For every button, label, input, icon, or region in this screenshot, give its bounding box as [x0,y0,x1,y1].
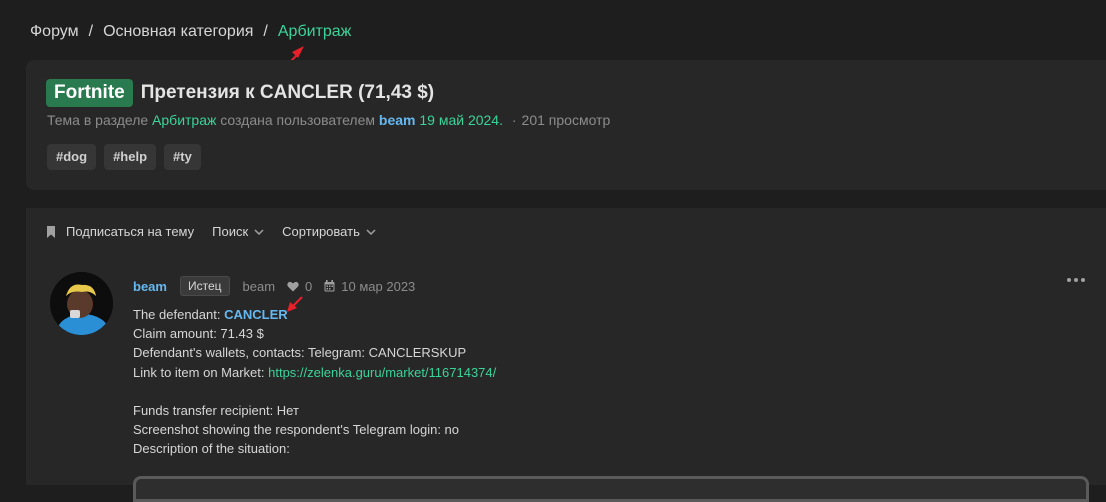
subscribe-button[interactable]: Подписаться на тему [46,224,194,239]
bookmark-icon [47,225,55,238]
more-options-icon[interactable] [1067,278,1085,282]
meta-views: 201 просмотр [521,112,611,128]
chevron-down-icon [254,228,264,235]
thread-title-row: Fortnite Претензия к CANCLER (71,43 $) [46,79,434,107]
likes-count: 0 [305,278,313,294]
post-header: beam Истец beam 0 10 мар 2023 [133,276,415,296]
sort-label: Сортировать [282,224,360,239]
wallets-line: Defendant's wallets, contacts: Telegram:… [133,345,467,361]
heart-icon [287,281,299,291]
post-date[interactable]: 10 мар 2023 [324,279,415,294]
breadcrumb-arbitration[interactable]: Арбитраж [278,23,352,40]
recipient-line: Funds transfer recipient: Нет [133,403,299,418]
thread-tags: #dog #help #ty [47,144,201,170]
meta-text-middle: создана пользователем [220,112,375,128]
market-link-label: Link to item on Market: [133,364,265,380]
subscribe-label: Подписаться на тему [66,224,195,239]
breadcrumb-main-category[interactable]: Основная категория [103,23,253,40]
thread-prefix[interactable]: Fortnite [46,79,133,107]
defendant-line: The defendant: CANCLER [133,305,496,324]
meta-date[interactable]: 19 май 2024. [419,112,503,128]
breadcrumb-separator: / [88,23,94,40]
calendar-icon [324,280,335,292]
claim-line: Claim amount: 71.43 $ [133,326,264,342]
tag-ty[interactable]: #ty [164,144,201,170]
likes-counter[interactable]: 0 [287,279,312,294]
breadcrumb: Форум / Основная категория / Арбитраж [30,23,351,41]
post-username[interactable]: beam [133,279,167,294]
sort-dropdown[interactable]: Сортировать [282,224,376,239]
post-container: Подписаться на тему Поиск Сортировать be… [26,208,1106,502]
thread-header: Fortnite Претензия к CANCLER (71,43 $) Т… [26,60,1106,190]
breadcrumb-forum[interactable]: Форум [30,23,79,40]
search-dropdown[interactable]: Поиск [212,224,264,239]
thread-meta: Тема в разделе Арбитраж создана пользова… [47,112,610,128]
post-date-text: 10 мар 2023 [341,278,416,294]
defendant-link[interactable]: CANCLER [224,307,288,322]
market-link[interactable]: https://zelenka.guru/market/116714374/ [268,365,496,380]
screenshot-line: Screenshot showing the respondent's Tele… [133,422,460,438]
meta-separator: · [511,112,517,128]
tag-dog[interactable]: #dog [47,144,97,170]
defendant-label: The defendant: [133,307,221,322]
tag-help[interactable]: #help [104,144,157,170]
description-line: Description of the situation: [133,441,290,457]
breadcrumb-separator: / [263,23,268,40]
post-username-secondary: beam [242,278,276,294]
embedded-media[interactable] [133,476,1089,502]
post-body: The defendant: CANCLER Claim amount: 71.… [133,305,496,459]
avatar-image [50,272,113,335]
thread-title: Претензия к CANCLER (71,43 $) [140,82,435,103]
market-link-line: Link to item on Market: https://zelenka.… [133,363,496,382]
meta-section-link[interactable]: Арбитраж [152,112,216,128]
role-badge: Истец [179,276,230,296]
thread-toolbar: Подписаться на тему Поиск Сортировать [46,224,394,239]
meta-text-before: Тема в разделе [47,112,149,128]
avatar[interactable] [50,272,113,335]
chevron-down-icon [366,228,376,235]
search-label: Поиск [212,224,249,239]
meta-author-link[interactable]: beam [379,112,416,128]
